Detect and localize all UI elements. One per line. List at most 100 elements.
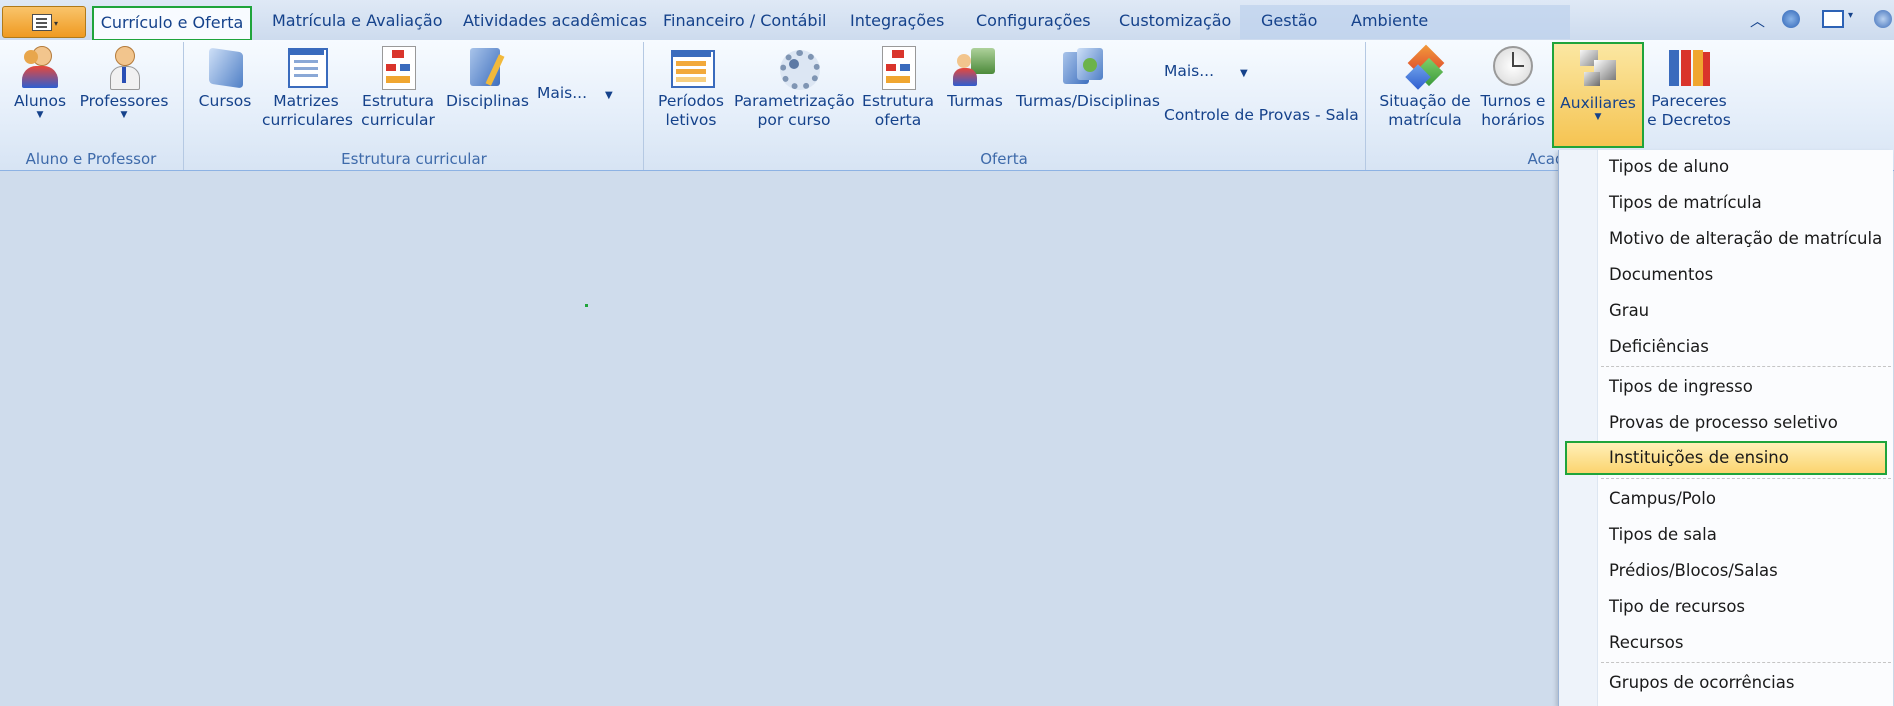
layout-icon[interactable] xyxy=(1822,10,1844,28)
auxiliares-label: Auxiliares xyxy=(1560,94,1636,112)
parametrizacao-label-2: por curso xyxy=(757,111,831,129)
menu-item-tipos-de-sala[interactable]: Tipos de sala xyxy=(1609,520,1717,550)
group-label-oferta: Oferta xyxy=(980,150,1028,168)
controle-de-provas-sala-button[interactable]: Controle de Provas - Sala xyxy=(1164,106,1359,124)
tab-customizacao[interactable]: Customização xyxy=(1119,6,1231,36)
professores-label: Professores xyxy=(79,92,169,110)
turmas-disciplinas-label: Turmas/Disciplinas xyxy=(1016,92,1160,110)
org-chart-icon xyxy=(376,44,420,90)
situacao-label-2: matrícula xyxy=(1388,111,1462,129)
situacao-de-matricula-button[interactable]: Situação de matrícula xyxy=(1376,44,1474,130)
tab-atividades-academicas[interactable]: Atividades acadêmicas xyxy=(463,6,647,36)
form-window-icon xyxy=(284,44,328,90)
matrizes-label-2: curriculares xyxy=(262,111,353,129)
clock-icon xyxy=(1491,44,1535,90)
menu-item-tipos-de-aluno[interactable]: Tipos de aluno xyxy=(1609,152,1729,182)
tab-configuracoes[interactable]: Configurações xyxy=(976,6,1091,36)
globe-icon[interactable] xyxy=(1782,10,1800,28)
minimize-ribbon-icon[interactable]: ︿ xyxy=(1750,10,1765,31)
document-list-icon xyxy=(32,14,52,31)
tab-financeiro-contabil[interactable]: Financeiro / Contábil xyxy=(663,6,826,36)
menu-item-grau[interactable]: Grau xyxy=(1609,296,1649,326)
group-divider xyxy=(1365,42,1366,170)
chevron-down-icon: ▼ xyxy=(36,110,44,120)
periodos-label-1: Períodos xyxy=(658,92,724,110)
tab-curriculo-e-oferta[interactable]: Currículo e Oferta xyxy=(92,6,252,41)
turmas-label: Turmas xyxy=(947,92,1003,110)
menu-item-provas-processo-seletivo[interactable]: Provas de processo seletivo xyxy=(1609,408,1838,438)
mais-oferta-label: Mais... xyxy=(1164,62,1215,80)
menu-icon-gutter xyxy=(1559,150,1598,706)
menu-item-recursos[interactable]: Recursos xyxy=(1609,628,1683,658)
mais-oferta-button[interactable]: Mais... ▼ xyxy=(1164,62,1248,80)
estrutura-curricular-label-2: curricular xyxy=(361,111,435,129)
turmas-button[interactable]: Turmas xyxy=(944,44,1006,111)
estrutura-oferta-label-1: Estrutura xyxy=(862,92,934,110)
menu-item-tipos-de-ingresso[interactable]: Tipos de ingresso xyxy=(1609,372,1753,402)
matrizes-curriculares-button[interactable]: Matrizes curriculares xyxy=(262,44,353,130)
menu-item-instituicoes-de-ensino[interactable]: Instituições de ensino xyxy=(1609,443,1789,473)
binders-icon xyxy=(1667,44,1711,90)
help-icon[interactable] xyxy=(1874,10,1892,28)
disciplinas-button[interactable]: Disciplinas xyxy=(446,44,529,111)
cursor-marker xyxy=(585,304,588,307)
alunos-button[interactable]: Alunos ▼ xyxy=(8,44,72,120)
tab-integracoes[interactable]: Integrações xyxy=(850,6,944,36)
chevron-down-icon: ▼ xyxy=(120,110,128,120)
menu-separator xyxy=(1601,366,1891,367)
pareceres-label-2: e Decretos xyxy=(1647,111,1731,129)
menu-separator xyxy=(1601,478,1891,479)
mais-estrutura-label: Mais... xyxy=(537,84,588,102)
pareceres-label-1: Pareceres xyxy=(1651,92,1727,110)
group-label-aluno-professor: Aluno e Professor xyxy=(25,150,157,168)
pareceres-e-decretos-button[interactable]: Pareceres e Decretos xyxy=(1646,44,1732,130)
cubes-icon xyxy=(1576,46,1620,92)
turnos-label-2: horários xyxy=(1481,111,1545,129)
auxiliares-button[interactable]: Auxiliares ▼ xyxy=(1552,42,1644,148)
turnos-e-horarios-button[interactable]: Turnos e horários xyxy=(1478,44,1548,130)
menu-separator xyxy=(1601,662,1891,663)
matrizes-label-1: Matrizes xyxy=(273,92,339,110)
parametrizacao-por-curso-button[interactable]: Parametrização por curso xyxy=(734,44,855,130)
auxiliares-dropdown-menu: Tipos de aluno Tipos de matrícula Motivo… xyxy=(1558,150,1893,706)
professores-button[interactable]: Professores ▼ xyxy=(78,44,170,120)
turmas-disciplinas-button[interactable]: Turmas/Disciplinas xyxy=(1016,44,1160,111)
menu-item-deficiencias[interactable]: Deficiências xyxy=(1609,332,1709,362)
chevron-down-icon[interactable]: ▾ xyxy=(1848,10,1853,21)
menu-item-grupos-de-ocorrencias[interactable]: Grupos de ocorrências xyxy=(1609,668,1794,698)
turnos-label-1: Turnos e xyxy=(1480,92,1546,110)
chevron-down-icon: ▼ xyxy=(1240,68,1248,79)
folder-pencil-icon xyxy=(464,44,508,90)
tab-gestao[interactable]: Gestão xyxy=(1261,6,1317,36)
estrutura-curricular-button[interactable]: Estrutura curricular xyxy=(360,44,436,130)
calendar-icon xyxy=(669,44,715,90)
situacao-label-1: Situação de xyxy=(1379,92,1471,110)
ribbon-tab-strip: ▾ Currículo e Oferta Matrícula e Avaliaç… xyxy=(0,0,1894,41)
book-icon xyxy=(203,44,247,90)
menu-item-predios-blocos-salas[interactable]: Prédios/Blocos/Salas xyxy=(1609,556,1778,586)
folders-check-icon xyxy=(1061,44,1105,90)
parametrizacao-label-1: Parametrização xyxy=(734,92,855,110)
menu-item-tipos-de-matricula[interactable]: Tipos de matrícula xyxy=(1609,188,1762,218)
tab-matricula-e-avaliacao[interactable]: Matrícula e Avaliação xyxy=(272,6,442,36)
tab-ambiente[interactable]: Ambiente xyxy=(1351,6,1428,36)
students-icon xyxy=(18,44,62,90)
menu-item-tipo-de-recursos[interactable]: Tipo de recursos xyxy=(1609,592,1745,622)
estrutura-oferta-button[interactable]: Estrutura oferta xyxy=(860,44,936,130)
application-menu-button[interactable]: ▾ xyxy=(2,6,86,38)
periodos-letivos-button[interactable]: Períodos letivos xyxy=(654,44,728,130)
class-group-icon xyxy=(953,44,997,90)
mais-estrutura-button[interactable]: Mais... ▼ xyxy=(537,84,613,102)
teacher-icon xyxy=(102,44,146,90)
menu-item-motivo-alteracao-matricula[interactable]: Motivo de alteração de matrícula xyxy=(1609,224,1882,254)
cursos-button[interactable]: Cursos xyxy=(196,44,254,111)
disciplinas-label: Disciplinas xyxy=(446,92,529,110)
chevron-down-icon: ▾ xyxy=(54,19,59,28)
chevron-down-icon: ▼ xyxy=(1594,112,1602,122)
periodos-label-2: letivos xyxy=(665,111,717,129)
diamond-status-icon xyxy=(1403,44,1447,90)
menu-item-campus-polo[interactable]: Campus/Polo xyxy=(1609,484,1716,514)
estrutura-oferta-label-2: oferta xyxy=(874,111,922,129)
menu-item-documentos[interactable]: Documentos xyxy=(1609,260,1713,290)
cursos-label: Cursos xyxy=(198,92,252,110)
